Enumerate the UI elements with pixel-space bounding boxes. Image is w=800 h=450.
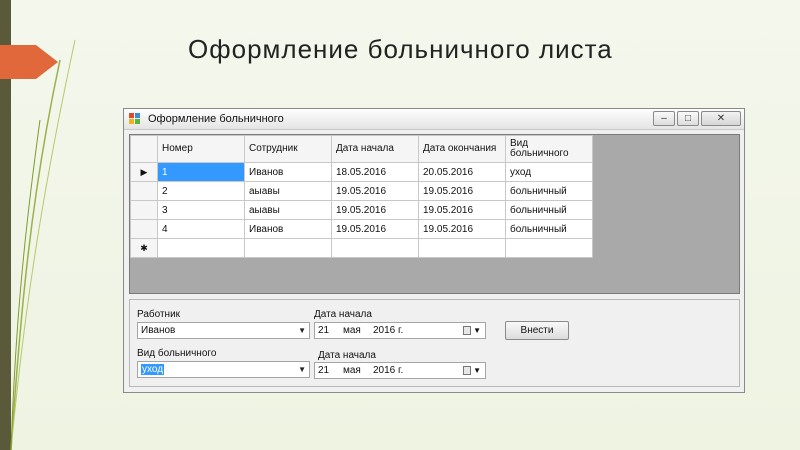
- table-cell[interactable]: 2: [157, 181, 245, 201]
- leave-type-select-value: уход: [141, 364, 165, 375]
- table-cell[interactable]: Иванов: [244, 219, 332, 239]
- close-button[interactable]: ✕: [701, 111, 741, 126]
- sick-leave-table: Номер Сотрудник Дата начала Дата окончан…: [130, 135, 593, 258]
- table-cell[interactable]: 19.05.2016: [331, 200, 419, 220]
- data-grid[interactable]: Номер Сотрудник Дата начала Дата окончан…: [129, 134, 740, 294]
- start-date-picker[interactable]: 21 мая 2016 г. ▼: [314, 322, 486, 339]
- table-row[interactable]: 3 аыавы 19.05.2016 19.05.2016 больничный: [130, 200, 593, 220]
- table-cell[interactable]: больничный: [505, 181, 593, 201]
- row-header[interactable]: [130, 219, 158, 239]
- table-row[interactable]: 2 аыавы 19.05.2016 19.05.2016 больничный: [130, 181, 593, 201]
- new-row-indicator[interactable]: ✱: [130, 238, 158, 258]
- app-icon: [129, 113, 140, 124]
- date-month[interactable]: мая: [343, 363, 361, 378]
- slide-title: Оформление больничного листа: [188, 34, 613, 64]
- table-header-row: Номер Сотрудник Дата начала Дата окончан…: [130, 135, 593, 163]
- second-date-picker[interactable]: 21 мая 2016 г. ▼: [314, 362, 486, 379]
- maximize-button[interactable]: □: [677, 111, 699, 126]
- table-cell[interactable]: больничный: [505, 219, 593, 239]
- column-header[interactable]: Номер: [157, 135, 245, 163]
- start-date-label: Дата начала: [314, 309, 372, 320]
- window-title: Оформление больничного: [148, 113, 284, 125]
- table-cell[interactable]: [157, 238, 245, 258]
- column-header[interactable]: Дата начала: [331, 135, 419, 163]
- decorative-curves: [0, 39, 76, 450]
- chevron-down-icon[interactable]: ▼: [298, 323, 306, 338]
- worker-label: Работник: [137, 309, 181, 320]
- chevron-down-icon[interactable]: ▼: [298, 362, 306, 377]
- table-cell[interactable]: 19.05.2016: [331, 181, 419, 201]
- table-cell[interactable]: [505, 238, 593, 258]
- window-titlebar: Оформление больничного – □ ✕: [124, 109, 744, 130]
- table-cell[interactable]: [331, 238, 419, 258]
- row-header-corner: [130, 135, 158, 163]
- table-cell[interactable]: [244, 238, 332, 258]
- date-year[interactable]: 2016 г.: [373, 363, 403, 378]
- table-cell[interactable]: 20.05.2016: [418, 162, 506, 182]
- type-label: Вид больничного: [137, 348, 217, 359]
- table-cell[interactable]: Иванов: [244, 162, 332, 182]
- table-cell[interactable]: уход: [505, 162, 593, 182]
- calendar-icon[interactable]: [463, 366, 471, 375]
- calendar-icon[interactable]: [463, 326, 471, 335]
- column-header[interactable]: Вид больничного: [505, 135, 593, 163]
- table-row[interactable]: ▶ 1 Иванов 18.05.2016 20.05.2016 уход: [130, 162, 593, 182]
- minimize-button[interactable]: –: [653, 111, 675, 126]
- table-cell[interactable]: 4: [157, 219, 245, 239]
- table-cell[interactable]: аыавы: [244, 181, 332, 201]
- chevron-down-icon[interactable]: ▼: [473, 363, 481, 378]
- leave-type-select[interactable]: уход ▼: [137, 361, 310, 378]
- table-cell[interactable]: больничный: [505, 200, 593, 220]
- date-year[interactable]: 2016 г.: [373, 323, 403, 338]
- worker-select[interactable]: Иванов ▼: [137, 322, 310, 339]
- table-cell[interactable]: 19.05.2016: [331, 219, 419, 239]
- row-header[interactable]: [130, 200, 158, 220]
- table-cell[interactable]: аыавы: [244, 200, 332, 220]
- table-row[interactable]: 4 Иванов 19.05.2016 19.05.2016 больничны…: [130, 219, 593, 239]
- app-window: Оформление больничного – □ ✕ Номер Сотру…: [123, 108, 745, 393]
- row-header[interactable]: [130, 181, 158, 201]
- date-month[interactable]: мая: [343, 323, 361, 338]
- new-row[interactable]: ✱: [130, 238, 593, 258]
- column-header[interactable]: Сотрудник: [244, 135, 332, 163]
- entry-form-panel: Работник Иванов ▼ Вид больничного уход ▼…: [129, 299, 740, 387]
- table-cell[interactable]: 19.05.2016: [418, 200, 506, 220]
- submit-button[interactable]: Внести: [505, 321, 569, 340]
- current-row-indicator[interactable]: ▶: [130, 162, 158, 182]
- table-cell[interactable]: 19.05.2016: [418, 219, 506, 239]
- date-day[interactable]: 21: [318, 363, 329, 378]
- table-cell[interactable]: 19.05.2016: [418, 181, 506, 201]
- table-cell[interactable]: 1: [157, 162, 245, 182]
- table-cell[interactable]: 18.05.2016: [331, 162, 419, 182]
- table-cell[interactable]: 3: [157, 200, 245, 220]
- worker-select-value: Иванов: [141, 325, 176, 336]
- start-date-label-2: Дата начала: [318, 350, 376, 361]
- column-header[interactable]: Дата окончания: [418, 135, 506, 163]
- date-day[interactable]: 21: [318, 323, 329, 338]
- chevron-down-icon[interactable]: ▼: [473, 323, 481, 338]
- table-cell[interactable]: [418, 238, 506, 258]
